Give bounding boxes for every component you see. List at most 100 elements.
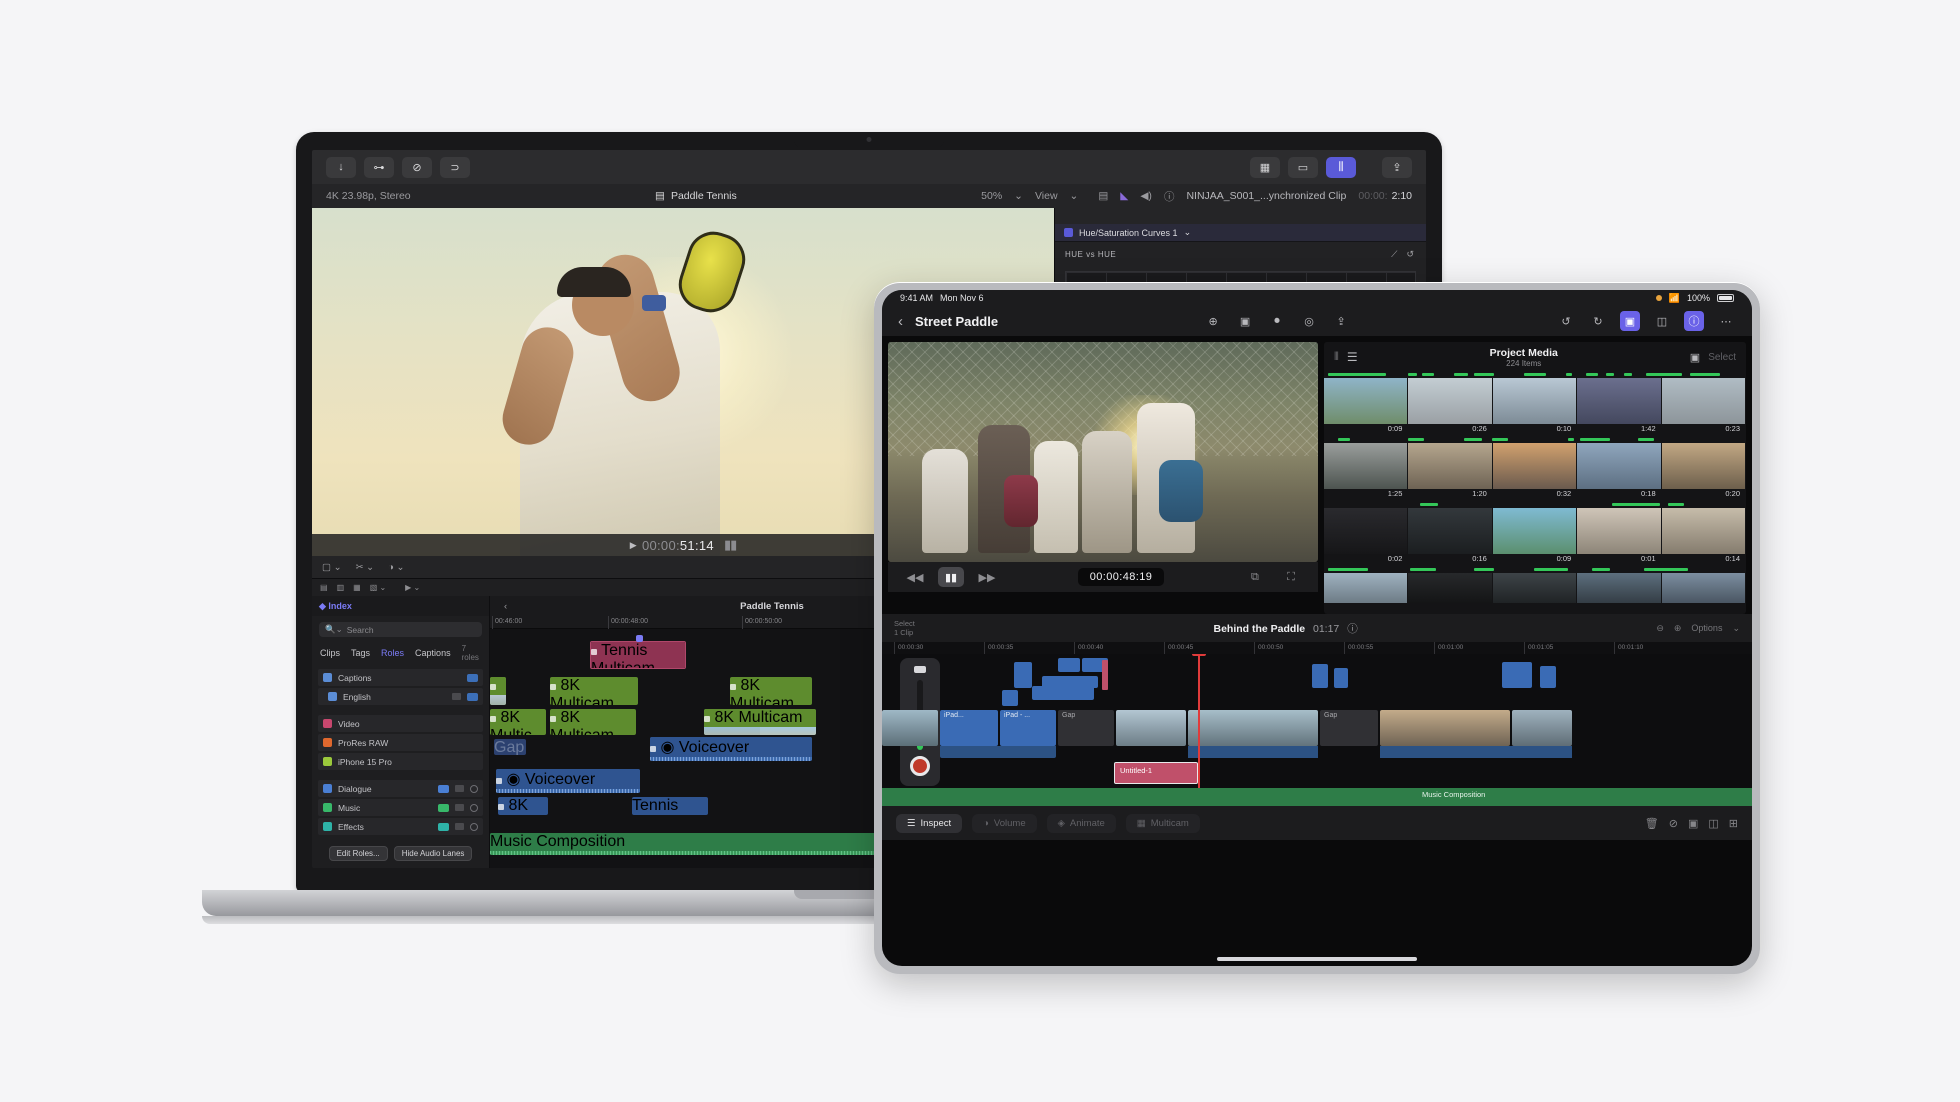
ipad-clip-audio[interactable] [1380,746,1572,758]
back-icon[interactable]: ‹ [898,313,903,330]
ipad-timeline[interactable]: iPad... iPad - ... Gap Gap Untitled-1 Mu… [882,654,1752,806]
role-row-video[interactable]: Video [318,715,483,732]
ipad-timeline-clip[interactable] [1512,710,1572,746]
role-solo-icon[interactable] [470,822,478,831]
media-thumbnail[interactable] [1492,443,1578,489]
timeline-clip[interactable]: Tennis Multicam [590,641,686,669]
media-thumbnail[interactable] [1324,508,1409,554]
role-checkbox[interactable] [323,822,332,831]
effect-chevron-down-icon[interactable]: ⌄ [1184,227,1192,238]
layout-icon[interactable]: ▣ [1690,351,1700,364]
ipad-timeline-clip[interactable] [1334,668,1348,688]
edit-roles-button[interactable]: Edit Roles... [328,846,388,861]
animate-button[interactable]: ◈ Animate [1046,813,1116,833]
ipad-playhead[interactable] [1198,654,1200,806]
ipad-timeline-clip[interactable] [1014,662,1032,688]
ipad-timeline-gap[interactable]: Gap [1320,710,1378,746]
tab-clips[interactable]: Clips [320,648,340,658]
meter-handle[interactable] [914,666,926,673]
media-thumbnail[interactable] [1492,573,1578,603]
effect-enable-checkbox[interactable] [1064,228,1073,237]
role-lane-icon[interactable] [467,673,478,682]
info-icon[interactable]: ⓘ [1347,623,1358,635]
view-chevron-down-icon[interactable]: ⌄ [1070,190,1079,202]
zoom-level[interactable]: 50% [981,190,1002,202]
timeline-toggle-button[interactable]: ▭ [1288,156,1318,178]
media-thumbnail[interactable] [1661,378,1746,424]
layout-icon[interactable]: ▤ [1098,190,1108,202]
ipad-clip-audio[interactable] [940,746,1056,758]
role-solo-icon[interactable] [470,803,478,812]
ipad-timeline-clip[interactable] [1502,662,1532,688]
zoom-chevron-down-icon[interactable]: ⌄ [1014,190,1023,202]
connect-edit-icon[interactable]: ▦ [353,583,361,592]
role-subrole-icon[interactable] [455,785,464,792]
role-checkbox[interactable] [323,757,332,766]
ipad-timeline-marker[interactable] [1102,660,1108,690]
role-row-dialogue[interactable]: Dialogue [318,780,483,797]
undo-icon[interactable]: ↺ [1556,311,1576,331]
role-lane-icon[interactable] [467,692,478,701]
check-icon[interactable]: ⊘ [1669,817,1678,830]
inspect-button[interactable]: ☰ Inspect [896,813,963,833]
reset-icon[interactable]: ↺ [1406,249,1414,260]
marker-icon[interactable] [636,635,643,642]
tab-captions[interactable]: Captions [415,648,451,658]
export-icon[interactable]: ⇪ [1331,311,1351,331]
inspector-icon[interactable]: ⓘ [1684,311,1704,331]
timeline-clip[interactable]: ◉ Voiceover [496,769,640,793]
transform-tool-icon[interactable]: ▢ ⌄ [322,562,342,573]
role-checkbox[interactable] [323,784,332,793]
ipad-timeline-clip[interactable]: iPad - ... [1000,710,1056,746]
camera-icon[interactable]: ▣ [1235,311,1255,331]
options-button[interactable]: Options [1691,623,1722,633]
ipad-timeline-clip[interactable] [1380,710,1510,746]
role-row-prores-raw[interactable]: ProRes RAW [318,734,483,751]
media-thumbnail[interactable] [1577,443,1662,489]
role-caption-icon[interactable] [452,693,461,700]
append-edit-icon[interactable]: ▤ [320,583,328,592]
ipad-timeline-clip[interactable] [1188,710,1318,746]
media-thumbnail[interactable] [1661,508,1746,554]
ipad-timeline-ruler[interactable]: 00:00:30 00:00:35 00:00:40 00:00:45 00:0… [882,642,1752,654]
panel-grip-icon[interactable]: ⦀ [1334,351,1339,364]
share-tag-button[interactable]: ⊃ [440,156,470,178]
timeline-back-icon[interactable]: ‹ [504,601,507,612]
timeline-clip[interactable]: 8K Multicam [704,709,816,735]
role-lane-icon[interactable] [438,822,449,831]
timeline-clip[interactable]: 8K Multicam [730,677,812,705]
split-icon[interactable]: ◫ [1708,817,1718,830]
redo-icon[interactable]: ↻ [1588,311,1608,331]
ipad-clip-audio[interactable] [1188,746,1318,758]
media-thumbnail[interactable] [1577,378,1662,424]
viewer-play-icon[interactable]: ▶ [630,540,637,551]
media-thumbnail[interactable] [1492,508,1578,554]
ipad-timeline-clip[interactable]: iPad... [940,710,998,746]
index-search-input[interactable]: 🔍⌄ Search [319,622,482,637]
role-checkbox[interactable] [323,738,332,747]
role-subrole-icon[interactable] [455,823,464,830]
live-drawing-icon[interactable]: ◎ [1299,311,1319,331]
timeline-clip[interactable]: 8K Multicam [550,709,636,735]
media-thumbnail[interactable] [1324,378,1409,424]
role-lane-icon[interactable] [438,803,449,812]
color-icon[interactable]: ◣ [1120,190,1128,202]
role-checkbox[interactable] [323,673,332,682]
effects-tool-icon[interactable]: ◑ ⌄ [388,562,404,573]
zoom-in-icon[interactable]: ⊕ [1674,623,1682,634]
share-export-button[interactable]: ⇪ [1382,156,1412,178]
media-thumbnail[interactable] [1408,573,1493,603]
titles-icon[interactable]: ◫ [1652,311,1672,331]
multicam-button[interactable]: ▦ Multicam [1125,813,1200,833]
add-media-icon[interactable]: ⊕ [1203,311,1223,331]
ipad-music-lane[interactable] [882,788,1752,806]
role-solo-icon[interactable] [470,784,478,793]
media-thumbnail[interactable] [1324,573,1409,603]
select-tool-icon[interactable]: ▶ ⌄ [405,583,420,592]
record-button[interactable] [910,756,930,776]
role-row-captions[interactable]: Captions [318,669,483,686]
filter-menu-icon[interactable]: ☰ [1347,350,1358,364]
hide-audio-lanes-button[interactable]: Hide Audio Lanes [393,846,473,861]
role-lane-icon[interactable] [438,784,449,793]
overwrite-edit-icon[interactable]: ▧ ⌄ [370,583,386,592]
